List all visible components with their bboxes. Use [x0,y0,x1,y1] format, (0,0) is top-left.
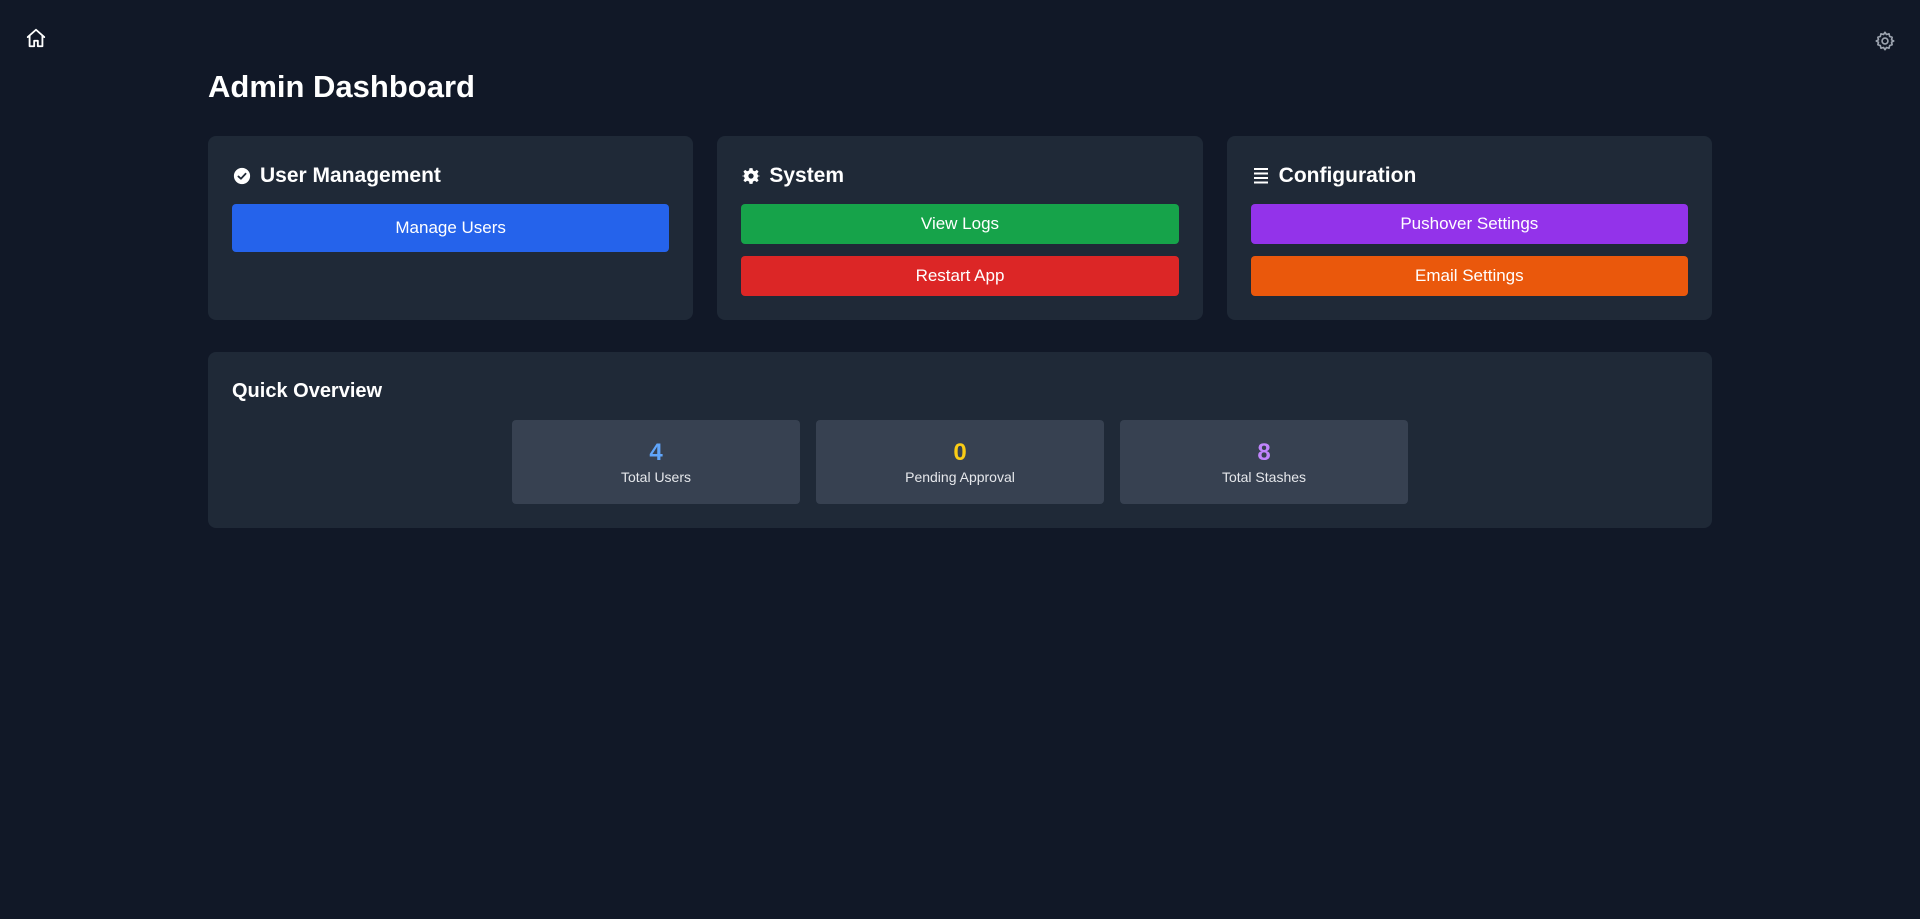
overview-title: Quick Overview [232,380,383,402]
pushover-settings-button[interactable]: Pushover Settings [1250,204,1688,244]
gear-icon [741,166,761,186]
stat-value: 8 [1257,439,1271,466]
admin-cards: User Management Manage Users System View… [208,136,1712,320]
stat-total-stashes: 8 Total Stashes [1120,420,1408,504]
stat-label: Total Users [620,469,692,485]
restart-app-button[interactable]: Restart App [741,256,1179,296]
manage-users-button[interactable]: Manage Users [232,204,670,252]
card-header: System [741,160,1178,192]
quick-overview-panel: Quick Overview 4 Total Users 0 Pending A… [208,352,1712,528]
view-logs-button[interactable]: View Logs [741,204,1179,244]
user-management-card: User Management Manage Users [208,136,694,320]
stat-total-users: 4 Total Users [512,420,800,504]
stat-label: Pending Approval [905,469,1015,485]
card-header: Configuration [1251,160,1688,192]
card-title: User Management [260,164,441,187]
stat-value: 0 [953,439,967,466]
stat-pending-approval: 0 Pending Approval [816,420,1104,504]
stat-value: 4 [649,439,663,466]
card-header: User Management [232,160,669,192]
user-check-icon [232,166,252,186]
card-title: System [769,164,845,187]
system-card: System View Logs Restart App [717,136,1203,320]
admin-dashboard-page: Admin Dashboard User Management Manage U… [0,0,1920,919]
card-title: Configuration [1278,164,1417,187]
configuration-card: Configuration Pushover Settings Email Se… [1226,136,1712,320]
stats-row: 4 Total Users 0 Pending Approval 8 Total… [232,420,1688,504]
list-icon [1251,166,1271,186]
stat-label: Total Stashes [1221,469,1307,485]
home-button[interactable] [22,24,50,52]
main-content: Admin Dashboard User Management Manage U… [208,60,1712,528]
gear-icon [1875,31,1895,51]
settings-button[interactable] [1872,28,1898,54]
page-title: Admin Dashboard [208,69,475,104]
home-icon [26,28,46,48]
email-settings-button[interactable]: Email Settings [1250,256,1688,296]
